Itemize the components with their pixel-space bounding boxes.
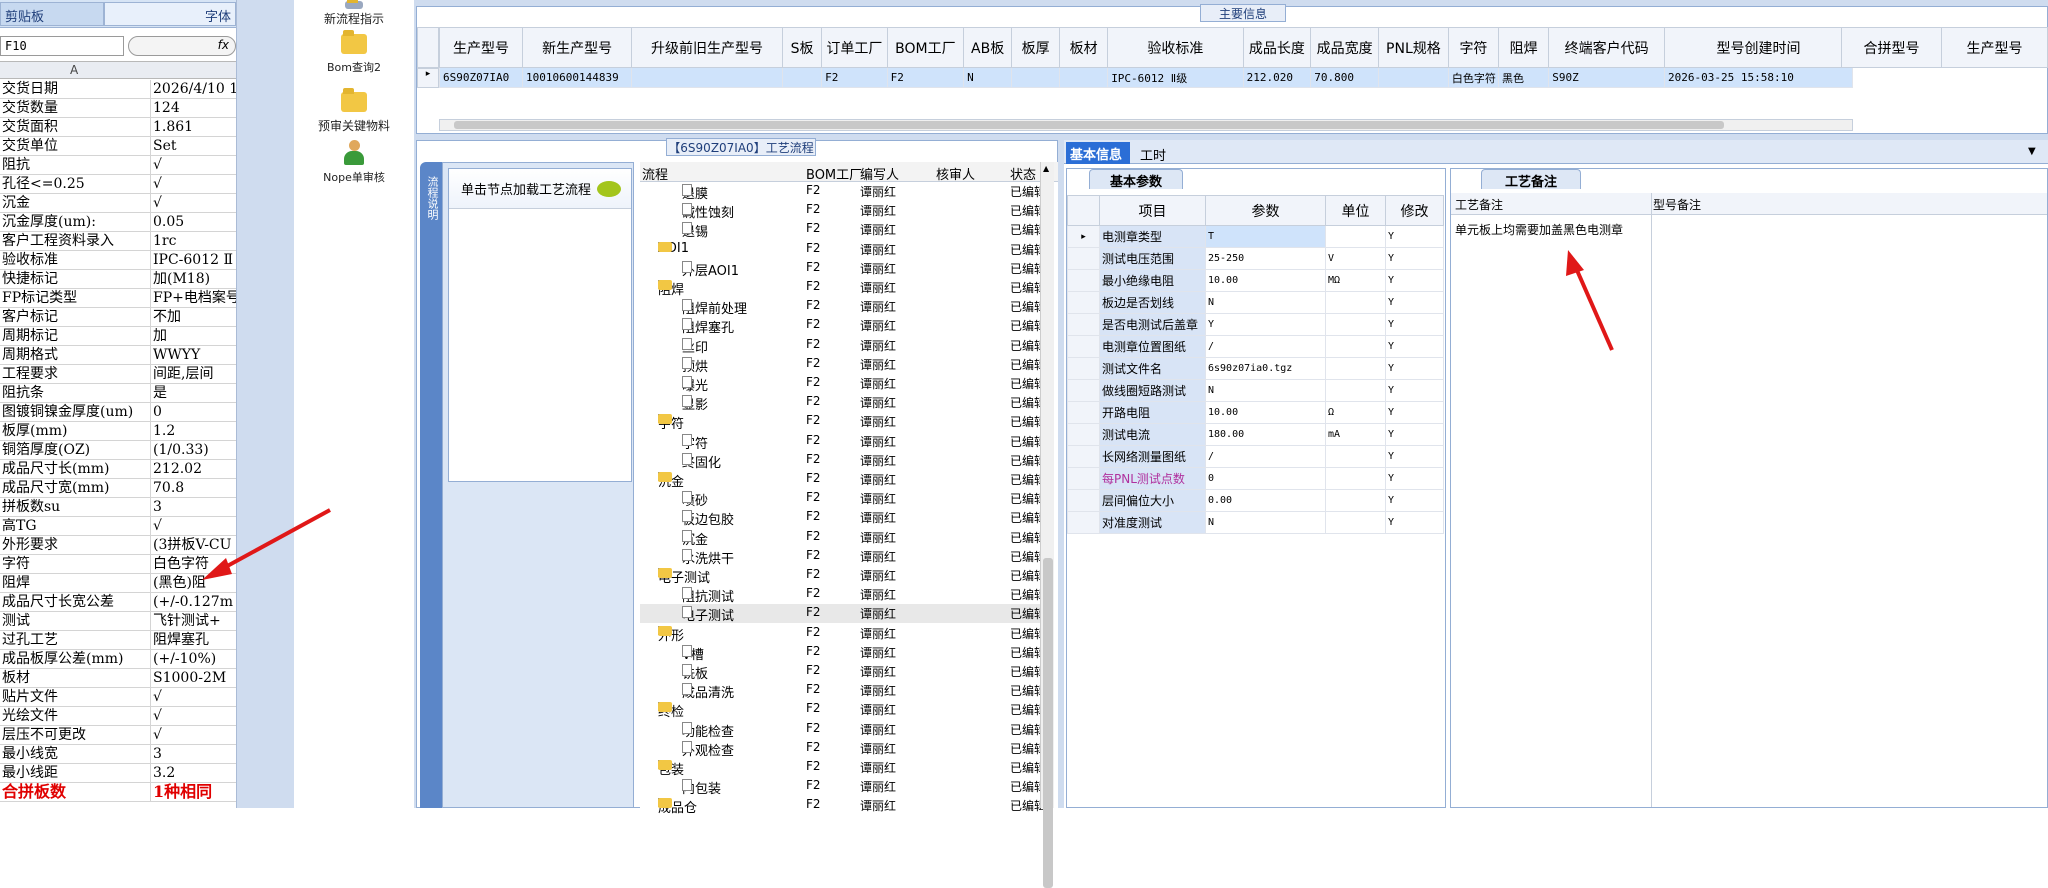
red-arrow-left-line bbox=[219, 508, 331, 572]
red-arrow-right-line bbox=[1574, 267, 1614, 351]
red-arrow-right-head bbox=[1566, 250, 1584, 276]
red-arrow-left-head bbox=[202, 558, 232, 580]
annotation-arrows bbox=[202, 250, 1614, 580]
